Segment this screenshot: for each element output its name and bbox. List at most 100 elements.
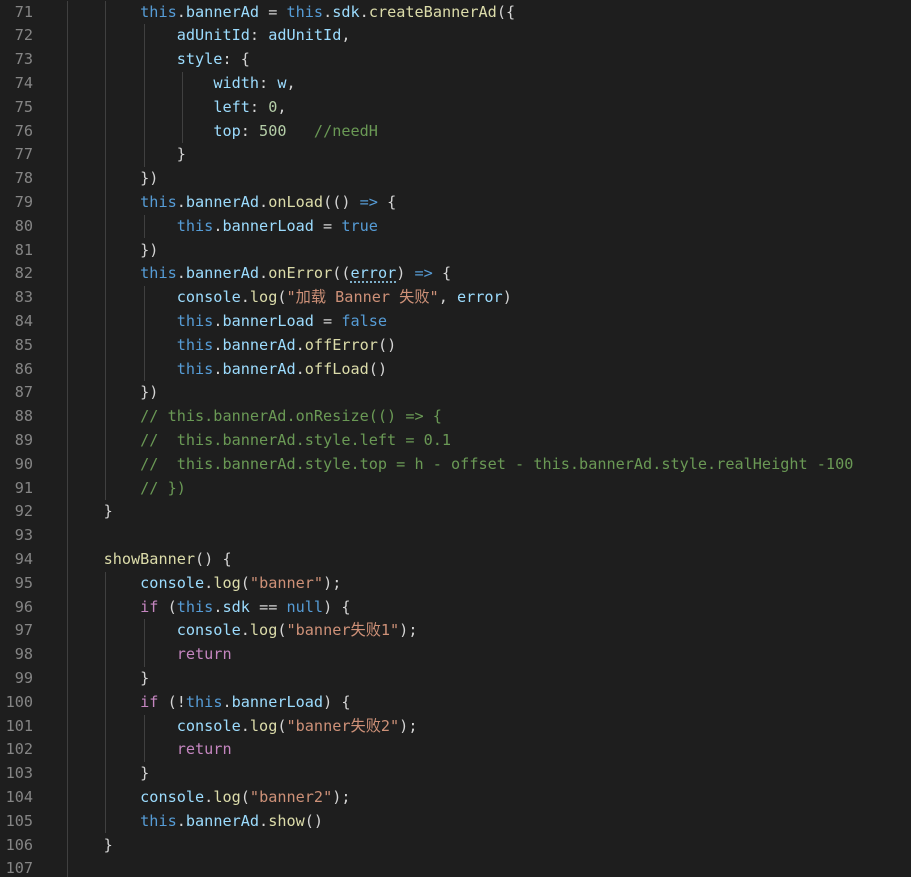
code-line[interactable]: 98 return: [0, 643, 911, 667]
code-line[interactable]: 79 this.bannerAd.onLoad(() => {: [0, 191, 911, 215]
code-line[interactable]: 101 console.log("banner失败2");: [0, 715, 911, 739]
code-line[interactable]: 92 }: [0, 500, 911, 524]
line-code[interactable]: this.bannerAd.show(): [67, 810, 323, 834]
code-line[interactable]: 106 }: [0, 834, 911, 858]
code-token: .: [259, 264, 269, 283]
line-number: 76: [14, 121, 33, 140]
line-code[interactable]: // this.bannerAd.style.top = h - offset …: [67, 453, 853, 477]
line-code[interactable]: left: 0,: [67, 96, 286, 120]
line-code[interactable]: // }): [67, 477, 186, 501]
line-code[interactable]: this.bannerLoad = true: [67, 215, 378, 239]
line-code[interactable]: }: [67, 762, 149, 786]
code-line[interactable]: 74 width: w,: [0, 72, 911, 96]
code-line[interactable]: 78 }): [0, 167, 911, 191]
code-line[interactable]: 88 // this.bannerAd.onResize(() => {: [0, 405, 911, 429]
code-token: .: [176, 264, 186, 283]
code-line[interactable]: 96 if (this.sdk == null) {: [0, 596, 911, 620]
code-line[interactable]: 102 return: [0, 738, 911, 762]
code-line[interactable]: 107: [0, 857, 911, 877]
line-number: 84: [14, 311, 33, 330]
code-line[interactable]: 82 this.bannerAd.onError((error) => {: [0, 262, 911, 286]
code-token: .: [204, 787, 214, 806]
line-code[interactable]: adUnitId: adUnitId,: [67, 24, 351, 48]
line-code[interactable]: // this.bannerAd.style.left = 0.1: [67, 429, 451, 453]
code-token: =: [313, 216, 342, 235]
code-token: error: [350, 264, 397, 283]
code-line[interactable]: 103 }: [0, 762, 911, 786]
line-code[interactable]: console.log("banner失败2");: [67, 715, 418, 739]
line-number: 79: [14, 192, 33, 211]
line-code[interactable]: console.log("banner失败1");: [67, 619, 418, 643]
code-editor[interactable]: 71 this.bannerAd = this.sdk.createBanner…: [0, 0, 911, 877]
line-code[interactable]: this.bannerLoad = false: [67, 310, 387, 334]
code-line[interactable]: 72 adUnitId: adUnitId,: [0, 24, 911, 48]
code-token: adUnitId: [268, 26, 342, 45]
line-number: 77: [14, 145, 33, 164]
line-code[interactable]: width: w,: [67, 72, 295, 96]
line-code[interactable]: this.bannerAd.onError((error) => {: [67, 262, 451, 286]
line-code[interactable]: }: [67, 143, 186, 167]
line-code[interactable]: if (this.sdk == null) {: [67, 596, 350, 620]
code-line[interactable]: 105 this.bannerAd.show(): [0, 810, 911, 834]
code-line[interactable]: 100 if (!this.bannerLoad) {: [0, 691, 911, 715]
line-code[interactable]: this.bannerAd = this.sdk.createBannerAd(…: [67, 1, 515, 25]
code-token: .: [176, 192, 186, 211]
code-token: bannerAd: [185, 2, 260, 21]
line-number: 75: [14, 97, 33, 116]
line-code[interactable]: this.bannerAd.onLoad(() => {: [67, 191, 396, 215]
line-code[interactable]: top: 500 //needH: [67, 120, 378, 144]
code-line[interactable]: 97 console.log("banner失败1");: [0, 619, 911, 643]
line-number: 80: [14, 216, 33, 235]
line-code[interactable]: console.log("加载 Banner 失败", error): [67, 286, 512, 310]
code-line[interactable]: 85 this.bannerAd.offError(): [0, 334, 911, 358]
code-line[interactable]: 86 this.bannerAd.offLoad(): [0, 358, 911, 382]
code-line[interactable]: 73 style: {: [0, 48, 911, 72]
code-line[interactable]: 90 // this.bannerAd.style.top = h - offs…: [0, 453, 911, 477]
code-line[interactable]: 76 top: 500 //needH: [0, 120, 911, 144]
line-code[interactable]: // this.bannerAd.onResize(() => {: [67, 405, 442, 429]
code-token: :: [259, 73, 278, 92]
code-line[interactable]: 84 this.bannerLoad = false: [0, 310, 911, 334]
code-token: =: [259, 2, 287, 21]
line-code[interactable]: return: [67, 643, 232, 667]
code-line[interactable]: 104 console.log("banner2");: [0, 786, 911, 810]
line-code[interactable]: return: [67, 738, 232, 762]
line-code[interactable]: showBanner() {: [67, 548, 232, 572]
code-line[interactable]: 94 showBanner() {: [0, 548, 911, 572]
line-code[interactable]: this.bannerAd.offLoad(): [67, 358, 387, 382]
line-code[interactable]: }): [67, 381, 158, 405]
code-line[interactable]: 93: [0, 524, 911, 548]
line-code[interactable]: style: {: [67, 48, 250, 72]
line-code[interactable]: this.bannerAd.offError(): [67, 334, 397, 358]
code-line[interactable]: 83 console.log("加载 Banner 失败", error): [0, 286, 911, 310]
line-code[interactable]: }: [67, 834, 113, 858]
code-line[interactable]: 77 }: [0, 143, 911, 167]
code-token: console: [140, 787, 205, 806]
code-token: log: [249, 621, 278, 640]
code-line[interactable]: 75 left: 0,: [0, 96, 911, 120]
code-line[interactable]: 81 }): [0, 239, 911, 263]
code-token: onError: [268, 264, 333, 283]
code-token: .: [176, 811, 186, 830]
code-line[interactable]: 99 }: [0, 667, 911, 691]
line-code[interactable]: }): [67, 239, 158, 263]
code-line[interactable]: 95 console.log("banner");: [0, 572, 911, 596]
line-code[interactable]: }): [67, 167, 158, 191]
line-code[interactable]: console.log("banner");: [67, 572, 341, 596]
code-token: .: [240, 716, 250, 735]
line-code[interactable]: console.log("banner2");: [67, 786, 350, 810]
code-line[interactable]: 71 this.bannerAd = this.sdk.createBanner…: [0, 1, 911, 25]
code-token: .: [295, 335, 305, 354]
code-token: createBannerAd: [368, 2, 497, 21]
code-line[interactable]: 91 // }): [0, 477, 911, 501]
code-line[interactable]: 87 }): [0, 381, 911, 405]
line-number: 73: [14, 50, 33, 69]
line-code[interactable]: }: [67, 500, 113, 524]
line-code[interactable]: }: [67, 667, 149, 691]
code-token: ,: [438, 288, 457, 307]
line-code[interactable]: if (!this.bannerLoad) {: [67, 691, 350, 715]
code-token: console: [176, 621, 241, 640]
code-line[interactable]: 89 // this.bannerAd.style.left = 0.1: [0, 429, 911, 453]
code-token: this: [140, 811, 177, 830]
code-line[interactable]: 80 this.bannerLoad = true: [0, 215, 911, 239]
